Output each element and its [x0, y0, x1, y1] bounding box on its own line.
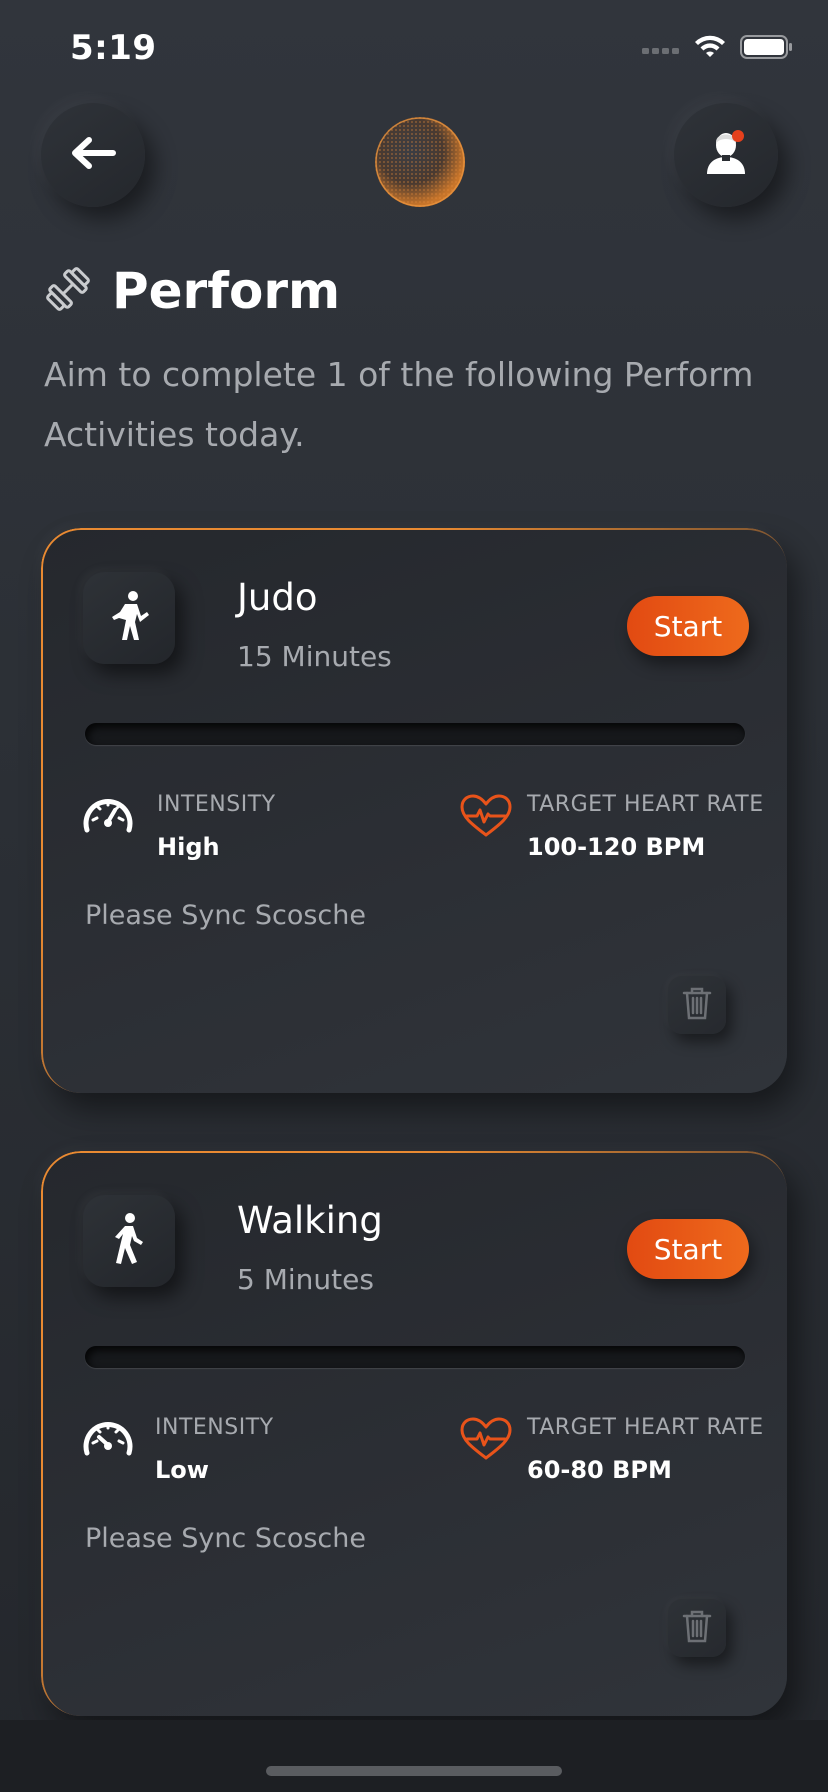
activity-icon-box: [83, 572, 175, 664]
judo-person-icon: [107, 590, 151, 646]
heart-rate-label: TARGET HEART RATE: [527, 1415, 764, 1440]
sync-message: Please Sync Scosche: [85, 1523, 366, 1554]
speedometer-icon: [81, 790, 135, 842]
dumbbell-icon: [44, 265, 92, 317]
profile-button[interactable]: [674, 103, 778, 207]
home-indicator[interactable]: [266, 1766, 562, 1776]
status-icons: [642, 34, 794, 64]
arrow-left-icon: [69, 135, 117, 175]
delete-button[interactable]: [668, 976, 726, 1034]
battery-icon: [740, 34, 794, 64]
activity-card-walking[interactable]: Walking 5 Minutes Start INTENSITY Low TA…: [41, 1151, 787, 1716]
status-time: 5:19: [70, 28, 157, 68]
activity-duration: 15 Minutes: [237, 640, 392, 673]
heart-rate-icon: [459, 794, 513, 842]
start-button[interactable]: Start: [627, 1219, 749, 1279]
cellular-signal-icon: [642, 40, 680, 59]
speedometer-icon: [81, 1413, 135, 1465]
heart-rate-value: 60-80 BPM: [527, 1456, 672, 1484]
walking-person-icon: [109, 1212, 149, 1270]
intensity-value: High: [157, 833, 220, 861]
trash-icon: [682, 1609, 712, 1647]
page-title: Perform: [112, 262, 341, 320]
back-button[interactable]: [41, 103, 145, 207]
progress-bar: [85, 1346, 745, 1368]
intensity-label: INTENSITY: [155, 1415, 274, 1440]
wifi-icon: [694, 35, 726, 63]
intensity-value: Low: [155, 1456, 209, 1484]
activity-duration: 5 Minutes: [237, 1263, 374, 1296]
trash-icon: [682, 986, 712, 1024]
activity-name: Judo: [237, 576, 318, 619]
user-notification-icon: [702, 128, 750, 182]
delete-button[interactable]: [668, 1599, 726, 1657]
start-button[interactable]: Start: [627, 596, 749, 656]
activity-name: Walking: [237, 1199, 383, 1242]
activity-icon-box: [83, 1195, 175, 1287]
page-subtitle: Aim to complete 1 of the following Perfo…: [44, 355, 754, 454]
progress-bar: [85, 723, 745, 745]
bottom-bar: [0, 1720, 828, 1792]
activity-card-judo[interactable]: Judo 15 Minutes Start INTENSITY High TAR…: [41, 528, 787, 1093]
heart-rate-label: TARGET HEART RATE: [527, 792, 764, 817]
heart-rate-value: 100-120 BPM: [527, 833, 706, 861]
sync-message: Please Sync Scosche: [85, 900, 366, 931]
title-row: Perform: [44, 262, 340, 320]
orb-logo[interactable]: [374, 116, 466, 208]
intensity-label: INTENSITY: [157, 792, 276, 817]
heart-rate-icon: [459, 1417, 513, 1465]
